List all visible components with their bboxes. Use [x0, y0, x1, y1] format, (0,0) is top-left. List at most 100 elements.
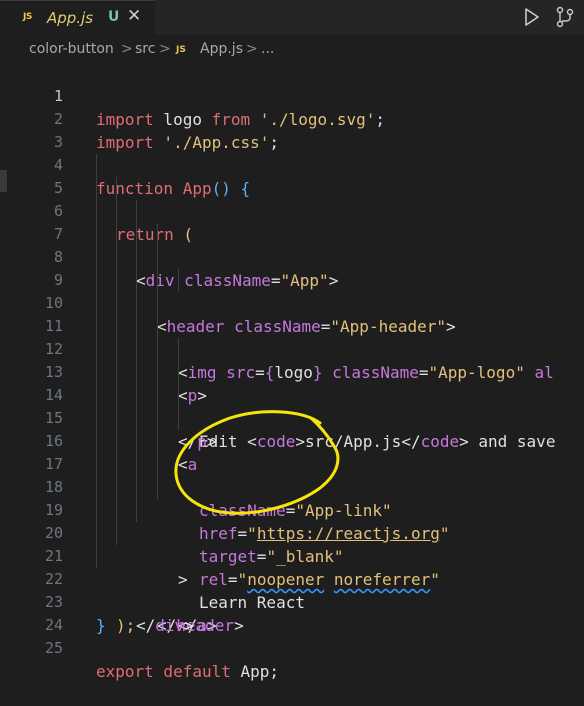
indent-guide — [136, 200, 137, 223]
play-icon[interactable] — [524, 8, 540, 26]
split-editor-icon[interactable] — [556, 6, 574, 28]
indent-guide — [136, 338, 137, 361]
indent-guide — [136, 223, 137, 246]
indent-guide — [136, 476, 137, 499]
code-line[interactable]: 14 href="https://reactjs.org" — [0, 361, 584, 543]
indent-guide — [136, 269, 137, 292]
indent-guide — [157, 361, 158, 384]
indent-guide — [116, 407, 117, 430]
chevron-right-icon: > — [121, 41, 133, 57]
tab-bar: JS App.js U ✕ — [0, 0, 584, 34]
indent-guide — [116, 453, 117, 476]
indent-guide — [116, 338, 117, 361]
code-line[interactable]: 7 <header className="App-header"> — [0, 200, 584, 336]
indent-guide — [116, 384, 117, 407]
indent-guide — [157, 407, 158, 430]
javascript-file-icon: JS — [176, 45, 186, 55]
tab-app-js[interactable]: JS App.js U ✕ — [0, 0, 155, 34]
indent-guide — [136, 361, 137, 384]
indent-guide — [96, 315, 97, 338]
indent-guide — [96, 522, 97, 545]
chevron-right-icon: > — [246, 41, 258, 57]
indent-guide — [96, 200, 97, 223]
indent-guide — [96, 177, 97, 200]
indent-guide — [116, 522, 117, 545]
code-editor[interactable]: 1 import logo from './logo.svg'; 2 impor… — [0, 62, 584, 681]
code-token: App — [230, 662, 270, 681]
breadcrumb-item-folder[interactable]: color-button — [29, 41, 114, 57]
indent-guide — [96, 292, 97, 315]
code-line[interactable]: 6 <div className="App"> — [0, 177, 584, 290]
code-line[interactable]: 20 </header> — [0, 499, 584, 635]
code-line[interactable]: 1 import logo from './logo.svg'; — [0, 62, 584, 129]
code-line[interactable]: 18 Learn React — [0, 453, 584, 612]
code-line[interactable]: 2 import './App.css'; — [0, 85, 584, 152]
code-line[interactable]: 12 <a — [0, 315, 584, 474]
code-token: default — [153, 662, 231, 681]
code-line[interactable]: 10 Edit <code>src/App.js</code> and save — [0, 269, 584, 451]
indent-guide — [157, 246, 158, 269]
indent-guide — [136, 292, 137, 315]
code-line[interactable]: 5 return ( — [0, 154, 584, 244]
indent-guide — [96, 407, 97, 430]
breadcrumb-item-file[interactable]: App.js — [200, 41, 243, 57]
code-line[interactable]: 22 ); — [0, 545, 584, 635]
indent-guide — [136, 430, 137, 453]
indent-guide — [116, 200, 117, 223]
indent-guide — [116, 315, 117, 338]
indent-guide — [116, 499, 117, 522]
chevron-right-icon: > — [159, 41, 171, 57]
indent-guide — [116, 292, 117, 315]
indent-guide — [116, 430, 117, 453]
indent-guide — [96, 269, 97, 292]
tab-label[interactable]: App.js — [47, 9, 93, 27]
untracked-badge: U — [108, 9, 120, 25]
javascript-file-icon: JS — [23, 12, 32, 22]
code-line[interactable]: 4 function App() { — [0, 131, 584, 198]
indent-guide — [96, 476, 97, 499]
code-line[interactable]: 23 } — [0, 568, 584, 635]
indent-guide — [116, 269, 117, 292]
indent-guide — [136, 384, 137, 407]
indent-guide — [157, 292, 158, 315]
indent-guide — [136, 499, 137, 522]
indent-guide — [96, 154, 97, 177]
indent-guide — [157, 430, 158, 453]
code-line[interactable]: 25 export default App; — [0, 614, 584, 681]
code-line[interactable]: 9 <p> — [0, 246, 584, 405]
code-line[interactable]: 17 > — [0, 430, 584, 589]
breadcrumb-item-more[interactable]: ... — [261, 41, 274, 57]
code-token: ; — [269, 662, 280, 681]
indent-guide — [116, 246, 117, 269]
code-line[interactable]: 8 <img src={logo} className="App-logo" a… — [0, 223, 584, 382]
indent-guide — [157, 223, 158, 246]
code-line[interactable]: 19 </a> — [0, 476, 584, 635]
code-line[interactable]: 24 — [0, 591, 584, 634]
indent-guide — [157, 453, 158, 476]
code-line[interactable]: 3 — [0, 108, 584, 151]
breadcrumb: color-button > src > JS App.js > ... — [0, 34, 584, 64]
code-line[interactable]: 21 </div> — [0, 522, 584, 635]
indent-guide — [136, 315, 137, 338]
line-number: 25 — [44, 639, 63, 657]
code-line[interactable]: 11 </p> — [0, 292, 584, 451]
indent-guide — [178, 407, 179, 430]
indent-guide — [178, 361, 179, 384]
indent-guide — [96, 384, 97, 407]
indent-guide — [96, 338, 97, 361]
indent-guide — [116, 476, 117, 499]
indent-guide — [157, 338, 158, 361]
indent-guide — [116, 223, 117, 246]
indent-guide — [116, 177, 117, 200]
code-line[interactable]: 13 className="App-link" — [0, 338, 584, 520]
indent-guide — [96, 361, 97, 384]
indent-guide — [96, 499, 97, 522]
indent-guide — [178, 384, 179, 407]
breadcrumb-item-src[interactable]: src — [135, 41, 155, 57]
close-icon[interactable]: ✕ — [127, 6, 141, 26]
indent-guide — [157, 476, 158, 499]
indent-guide — [136, 246, 137, 269]
indent-guide — [96, 430, 97, 453]
code-line[interactable]: 15 target="_blank" — [0, 384, 584, 566]
code-line[interactable]: 16 rel="noopener noreferrer" — [0, 407, 584, 589]
